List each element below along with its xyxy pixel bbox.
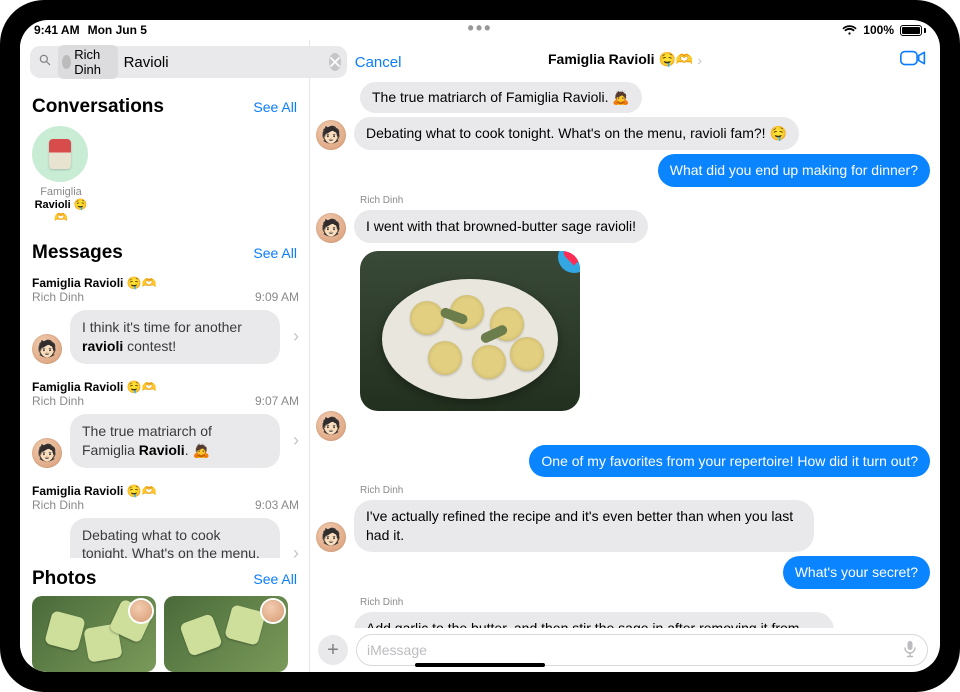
photos-title: Photos: [32, 568, 96, 590]
add-attachment-button[interactable]: +: [318, 635, 348, 665]
sender-label: Rich Dinh: [360, 597, 930, 608]
message-in-avatar-only: 🧑🏻: [316, 411, 930, 441]
message-out: What did you end up making for dinner?: [316, 154, 930, 187]
multitask-dots-icon[interactable]: •••: [468, 23, 493, 37]
message-result[interactable]: Famiglia Ravioli 🤤🫶 Rich Dinh 9:03 AM 🧑🏻…: [20, 478, 309, 558]
result-sender: Rich Dinh: [32, 498, 84, 512]
sender-avatar: [262, 600, 284, 622]
sender-label: Rich Dinh: [360, 485, 930, 496]
avatar: 🧑🏻: [316, 213, 346, 243]
messages-header: Messages See All: [20, 232, 309, 270]
result-chat-name: Famiglia Ravioli 🤤🫶: [32, 380, 299, 394]
conversations-see-all[interactable]: See All: [253, 99, 297, 115]
screen: 9:41 AM Mon Jun 5 ••• 100%: [20, 20, 940, 672]
chevron-right-icon: ›: [293, 430, 299, 451]
message-in: 🧑🏻 Debating what to cook tonight. What's…: [316, 117, 930, 150]
conversation-result[interactable]: Famiglia Ravioli 🤤🫶: [20, 124, 90, 232]
bubble[interactable]: What's your secret?: [783, 556, 930, 589]
search-filter-chip[interactable]: Rich Dinh: [58, 45, 118, 79]
dictation-icon[interactable]: [903, 640, 917, 661]
search-field[interactable]: Rich Dinh: [30, 46, 347, 78]
status-time: 9:41 AM: [34, 23, 80, 37]
compose-placeholder: iMessage: [367, 642, 903, 658]
status-bar: 9:41 AM Mon Jun 5 ••• 100%: [20, 20, 940, 40]
result-sender: Rich Dinh: [32, 394, 84, 408]
can-icon: [49, 139, 71, 169]
photo-results: [20, 596, 309, 672]
sidebar: Rich Dinh Cancel Conversations See All: [20, 40, 310, 672]
photos-see-all[interactable]: See All: [253, 571, 297, 587]
group-avatar: [32, 126, 88, 182]
bubble[interactable]: What did you end up making for dinner?: [658, 154, 930, 187]
battery-percent: 100%: [863, 23, 894, 37]
compose-bar: + iMessage: [310, 628, 940, 672]
status-date: Mon Jun 5: [88, 23, 147, 37]
search-input[interactable]: [124, 54, 323, 71]
avatar: 🧑🏻: [316, 411, 346, 441]
bubble[interactable]: One of my favorites from your repertoire…: [529, 445, 930, 478]
bubble[interactable]: I went with that browned-butter sage rav…: [354, 210, 648, 243]
result-preview: Debating what to cook tonight. What's on…: [70, 518, 280, 558]
bubble[interactable]: Add garlic to the butter, and then stir …: [354, 612, 834, 628]
message-in: The true matriarch of Famiglia Ravioli. …: [316, 82, 930, 113]
bubble[interactable]: I've actually refined the recipe and it'…: [354, 500, 814, 552]
chevron-right-icon: ›: [293, 326, 299, 347]
photo-thumb[interactable]: [164, 596, 288, 672]
search-icon: [38, 53, 52, 72]
conversation-header[interactable]: Famiglia Ravioli 🤤🫶 ›: [310, 40, 940, 80]
sender-label: Rich Dinh: [360, 195, 930, 206]
avatar: 🧑🏻: [32, 334, 62, 364]
message-out: What's your secret?: [316, 556, 930, 589]
compose-field[interactable]: iMessage: [356, 634, 928, 666]
message-results-list: Famiglia Ravioli 🤤🫶 Rich Dinh 9:09 AM 🧑🏻…: [20, 270, 309, 558]
chevron-right-icon: ›: [697, 52, 702, 68]
message-in: 🧑🏻 I went with that browned-butter sage …: [316, 210, 930, 243]
photos-header: Photos See All: [20, 558, 309, 596]
message-in-image: [316, 251, 930, 411]
bubble[interactable]: The true matriarch of Famiglia Ravioli. …: [360, 82, 642, 113]
search-row: Rich Dinh Cancel: [20, 40, 309, 86]
messages-see-all[interactable]: See All: [253, 245, 297, 261]
message-result[interactable]: Famiglia Ravioli 🤤🫶 Rich Dinh 9:07 AM 🧑🏻…: [20, 374, 309, 478]
bubble[interactable]: Debating what to cook tonight. What's on…: [354, 117, 799, 150]
message-in: 🧑🏻 I've actually refined the recipe and …: [316, 500, 930, 552]
photo-thumb[interactable]: [32, 596, 156, 672]
result-sender: Rich Dinh: [32, 290, 84, 304]
result-preview: The true matriarch of Famiglia Ravioli. …: [70, 414, 280, 468]
chevron-right-icon: ›: [293, 543, 299, 558]
result-chat-name: Famiglia Ravioli 🤤🫶: [32, 484, 299, 498]
wifi-icon: [842, 25, 857, 36]
conversations-header: Conversations See All: [20, 86, 309, 124]
result-time: 9:07 AM: [255, 394, 299, 408]
conv-name-line2: Ravioli 🤤🫶: [32, 198, 90, 224]
conv-name-line1: Famiglia: [32, 186, 90, 198]
avatar: 🧑🏻: [316, 522, 346, 552]
avatar: 🧑🏻: [316, 120, 346, 150]
chip-label: Rich Dinh: [74, 47, 111, 77]
facetime-button[interactable]: [900, 48, 926, 73]
battery-icon: [900, 25, 926, 36]
love-reaction-icon[interactable]: [558, 251, 580, 273]
result-preview: I think it's time for another ravioli co…: [70, 310, 280, 364]
conversation-pane: Famiglia Ravioli 🤤🫶 › The true matriarch…: [310, 40, 940, 672]
result-chat-name: Famiglia Ravioli 🤤🫶: [32, 276, 299, 290]
message-result[interactable]: Famiglia Ravioli 🤤🫶 Rich Dinh 9:09 AM 🧑🏻…: [20, 270, 309, 374]
avatar: 🧑🏻: [32, 438, 62, 468]
image-attachment[interactable]: [360, 251, 580, 411]
message-thread[interactable]: The true matriarch of Famiglia Ravioli. …: [310, 80, 940, 628]
message-out: One of my favorites from your repertoire…: [316, 445, 930, 478]
result-time: 9:03 AM: [255, 498, 299, 512]
conversations-title: Conversations: [32, 96, 164, 118]
result-time: 9:09 AM: [255, 290, 299, 304]
conversation-title: Famiglia Ravioli 🤤🫶: [548, 51, 693, 68]
messages-title: Messages: [32, 242, 123, 264]
sender-avatar: [130, 600, 152, 622]
home-indicator[interactable]: [415, 663, 545, 667]
message-in: 🧑🏻 Add garlic to the butter, and then st…: [316, 612, 930, 628]
ipad-frame: 9:41 AM Mon Jun 5 ••• 100%: [0, 0, 960, 692]
person-icon: [62, 55, 71, 69]
